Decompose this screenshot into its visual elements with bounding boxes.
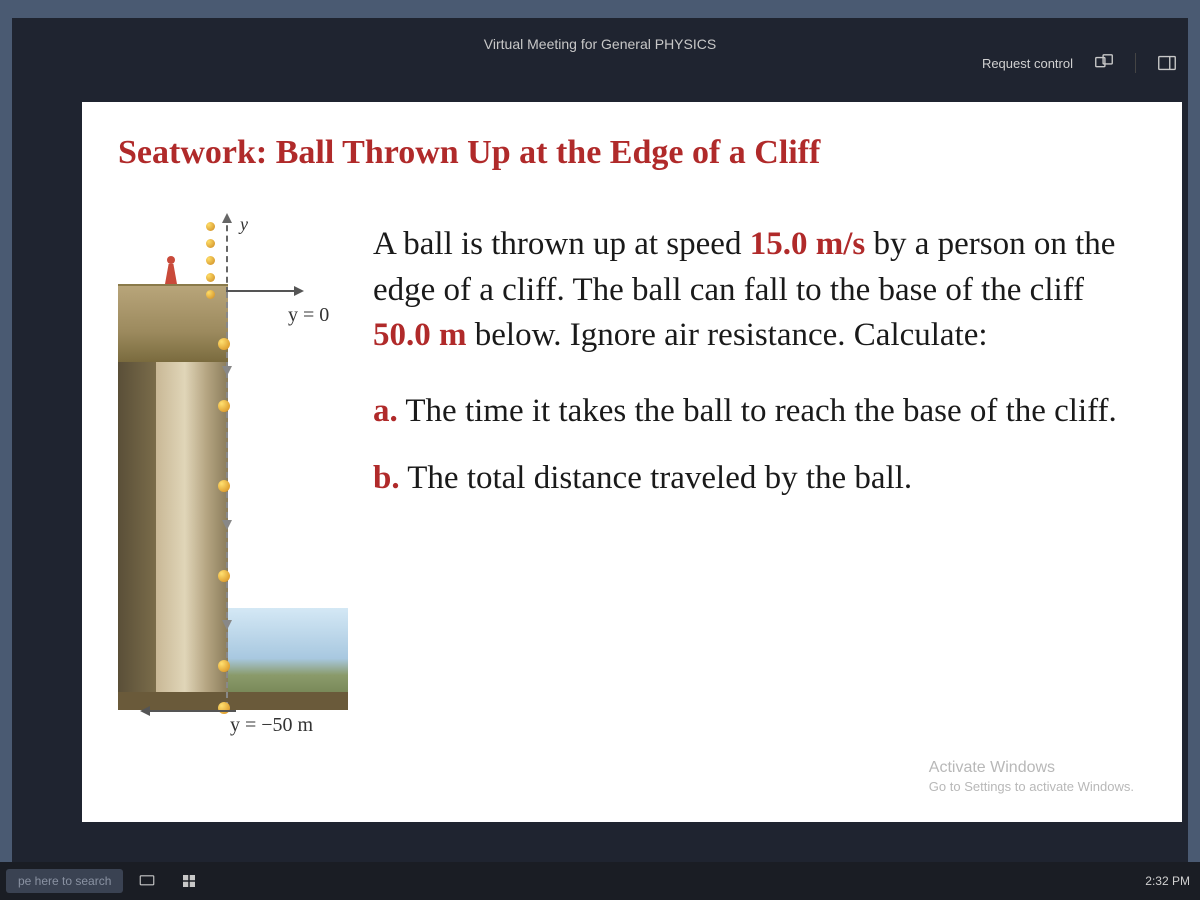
intro-text-1: A ball is thrown up at speed	[373, 226, 750, 262]
question-b-letter: b.	[373, 460, 400, 496]
request-control-button[interactable]: Request control	[982, 56, 1073, 71]
meeting-title: Virtual Meeting for General PHYSICS	[484, 36, 716, 52]
clock[interactable]: 2:32 PM	[1145, 874, 1190, 888]
meeting-topbar: Virtual Meeting for General PHYSICS Requ…	[12, 18, 1188, 80]
task-view-icon[interactable]	[129, 862, 165, 900]
intro-text-3: below. Ignore air resistance. Calculate:	[467, 317, 988, 353]
y-zero-label: y = 0	[288, 304, 329, 327]
search-input[interactable]: pe here to search	[6, 869, 123, 893]
person-icon	[162, 256, 180, 288]
question-a-letter: a.	[373, 393, 398, 429]
presentation-slide: Seatwork: Ball Thrown Up at the Edge of …	[82, 102, 1182, 822]
meeting-window: Virtual Meeting for General PHYSICS Requ…	[12, 18, 1188, 862]
taskbar: pe here to search 2:32 PM	[0, 862, 1200, 900]
problem-text: A ball is thrown up at speed 15.0 m/s by…	[373, 220, 1142, 760]
y-fifty-label: y = −50 m	[230, 714, 313, 737]
question-a-text: The time it takes the ball to reach the …	[398, 393, 1117, 429]
cliff-diagram: y y = 0 y = −50 m	[118, 220, 343, 760]
question-b-text: The total distance traveled by the ball.	[400, 460, 913, 496]
shared-content-area: Seatwork: Ball Thrown Up at the Edge of …	[12, 80, 1188, 862]
divider	[1135, 53, 1136, 73]
panel-icon[interactable]	[1156, 52, 1178, 74]
windows-watermark: Activate Windows Go to Settings to activ…	[929, 758, 1134, 796]
y-axis-label: y	[240, 214, 248, 235]
popout-icon[interactable]	[1093, 52, 1115, 74]
app-icon[interactable]	[171, 862, 207, 900]
height-value: 50.0 m	[373, 317, 467, 353]
watermark-line1: Activate Windows	[929, 758, 1134, 779]
slide-title: Seatwork: Ball Thrown Up at the Edge of …	[118, 134, 1142, 172]
watermark-line2: Go to Settings to activate Windows.	[929, 779, 1134, 796]
speed-value: 15.0 m/s	[750, 226, 866, 262]
